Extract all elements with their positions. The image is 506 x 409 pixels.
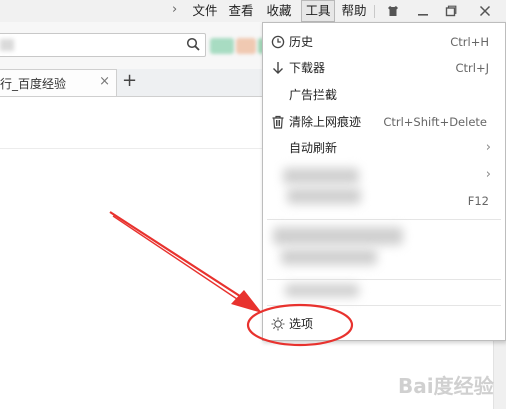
menu-item-label: 广告拦截 [289,88,338,102]
blurred-label [287,188,361,204]
sun-gear-icon [271,317,285,331]
menu-item-label: 历史 [289,35,314,49]
blurred-label [283,168,359,184]
minimize-icon[interactable] [410,0,436,22]
download-arrow-icon [273,62,283,74]
watermark: Bai度经验 [398,374,494,398]
trash-icon [272,115,284,129]
menu-separator [374,5,375,18]
chevron-right-icon: › [485,140,491,155]
blurred-label [285,284,359,297]
menu-item-label: 自动刷新 [289,141,338,155]
search-input-obscured-text [0,39,14,51]
menu-separator [267,219,501,220]
menu-item-obscured[interactable]: › F12 [263,162,505,214]
new-tab-button[interactable]: + [122,70,137,91]
menu-item-options[interactable]: 选项 [263,311,505,337]
menu-item-downloader[interactable]: 下载器 Ctrl+J [263,55,505,81]
menu-favorites[interactable]: 收藏 [264,1,294,21]
menu-separator [267,279,501,280]
menu-item-auto-refresh[interactable]: 自动刷新 › [263,135,505,161]
menu-item-shortcut: Ctrl+J [455,61,490,75]
restore-icon[interactable] [438,0,464,22]
menu-item-shortcut: Ctrl+H [450,35,489,49]
extension-icon[interactable] [210,38,234,54]
tab-title: 行_百度经验 [0,77,67,91]
close-icon[interactable] [472,0,498,22]
menu-item-history[interactable]: 历史 Ctrl+H [263,29,505,55]
skin-icon[interactable] [380,0,406,22]
menu-file[interactable]: 文件 [190,1,220,21]
menu-item-shortcut: F12 [467,194,489,208]
content-divider [0,148,262,149]
menu-view[interactable]: 查看 [226,1,256,21]
menu-item-ad-block[interactable]: 广告拦截 [263,82,505,108]
menu-help[interactable]: 帮助 [339,1,369,21]
search-input[interactable] [0,33,206,57]
menu-item-label: 清除上网痕迹 [289,115,362,129]
chevron-right-icon: › [485,167,491,182]
menu-item-obscured[interactable] [263,283,505,301]
menu-item-obscured[interactable] [263,223,505,273]
tools-menu-dropdown: 历史 Ctrl+H 下载器 Ctrl+J 广告拦截 清除上网痕迹 Ctrl+Sh… [262,22,506,341]
menu-overflow-chevron-icon[interactable]: › [172,2,177,17]
menu-bar: › 文件 查看 收藏 工具 帮助 [0,0,506,22]
blurred-label [273,227,403,245]
search-icon[interactable] [186,37,201,52]
blurred-label [281,249,377,265]
clock-icon [271,35,285,49]
menu-separator [267,305,501,306]
tab-close-icon[interactable]: × [99,74,110,89]
extension-icon[interactable] [236,38,256,54]
menu-item-label: 选项 [289,317,314,331]
menu-item-label: 下载器 [289,61,326,75]
menu-item-shortcut: Ctrl+Shift+Delete [383,115,487,129]
tab-baidu-jingyan[interactable]: 行_百度经验 × [0,69,117,96]
menu-tools[interactable]: 工具 [301,0,335,22]
scrollbar[interactable] [493,330,506,409]
menu-item-clear-history[interactable]: 清除上网痕迹 Ctrl+Shift+Delete [263,109,505,135]
